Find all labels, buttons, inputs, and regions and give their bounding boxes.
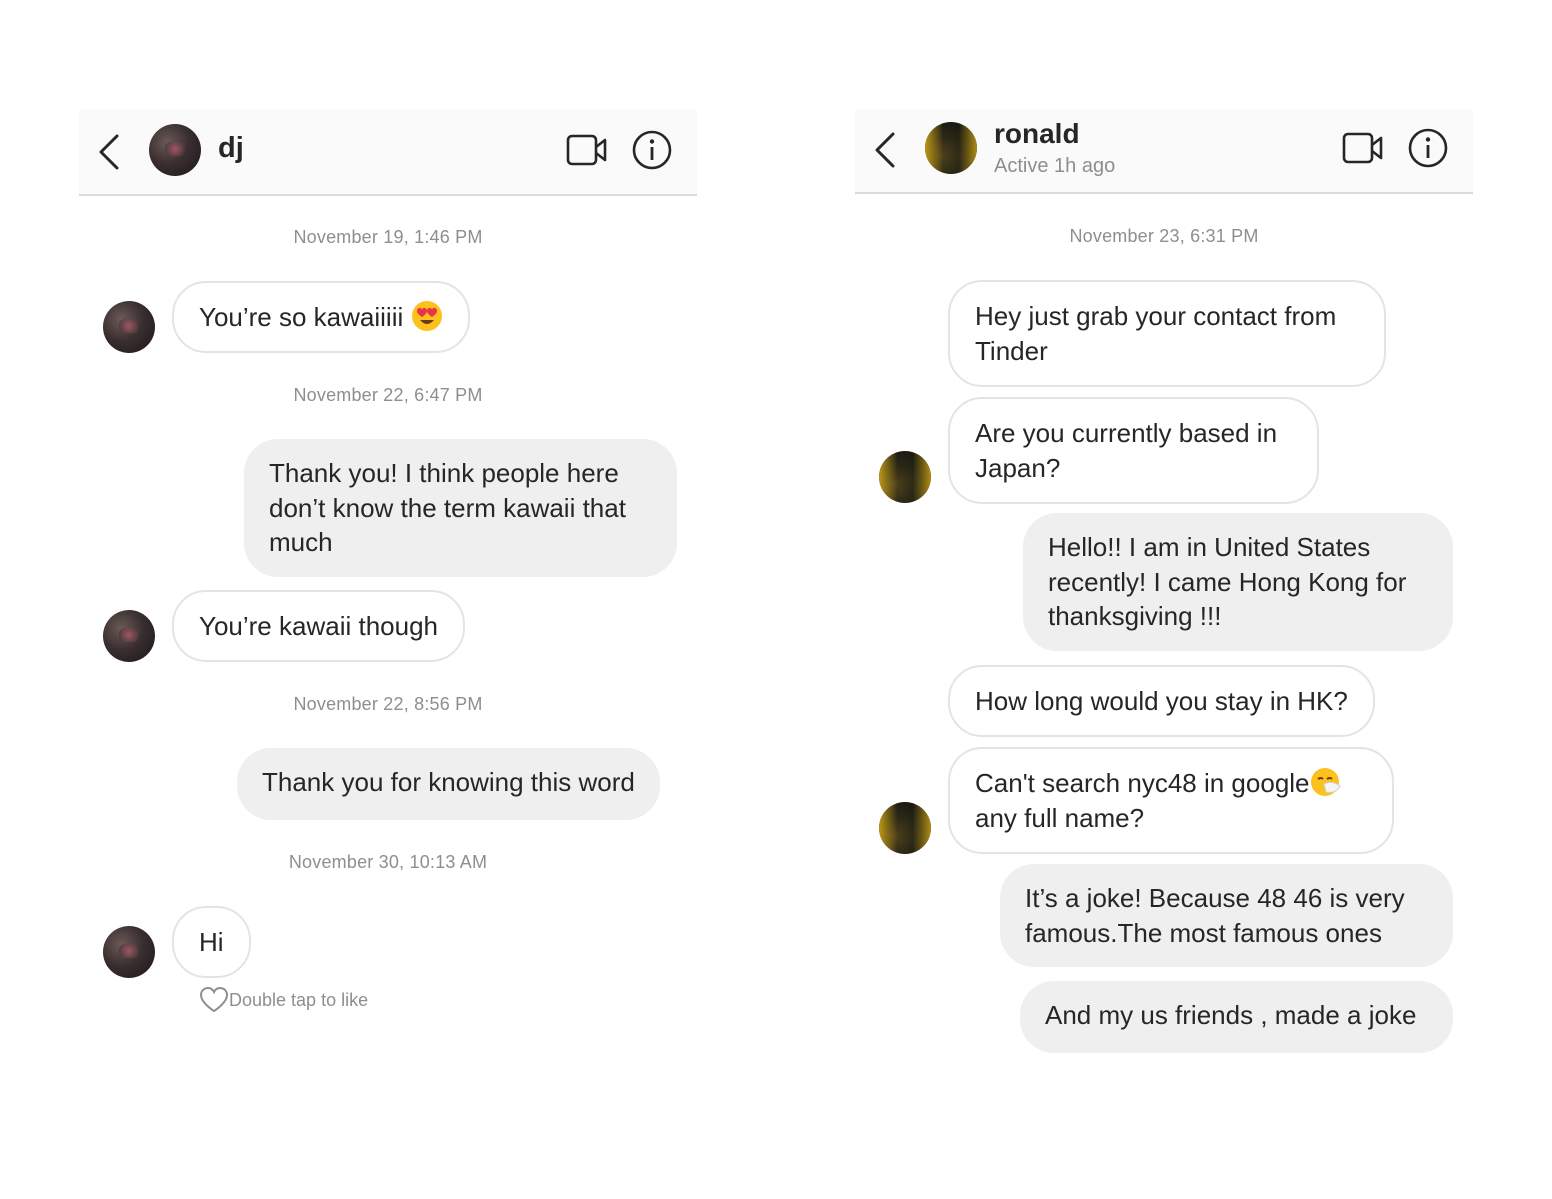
contact-name[interactable]: dj: [218, 132, 244, 165]
message-bubble-incoming[interactable]: You’re kawaii though: [172, 590, 465, 662]
message-text-line2: any full name?: [975, 802, 1145, 833]
timestamp: November 22, 6:47 PM: [293, 385, 483, 405]
message-text: You’re kawaii though: [199, 611, 438, 641]
message-bubble-outgoing[interactable]: Thank you! I think people here don’t kno…: [244, 439, 677, 577]
message-text: And my us friends , made a joke: [1045, 1000, 1417, 1030]
message-bubble-incoming[interactable]: How long would you stay in HK?: [948, 665, 1375, 737]
chat-header: dj: [79, 110, 697, 196]
avatar[interactable]: [879, 451, 931, 503]
like-hint-text: Double tap to like: [229, 990, 369, 1010]
chat-panel-dj: dj November 19, 1:46 PM You’re so kawaii…: [79, 110, 697, 1110]
message-text: Can't search nyc48 in google: [975, 768, 1310, 798]
timestamp: November 19, 1:46 PM: [293, 227, 483, 247]
message-text: Thank you! I think people here don’t kno…: [269, 458, 626, 557]
avatar[interactable]: [103, 926, 155, 978]
video-call-icon[interactable]: [566, 133, 608, 167]
message-bubble-outgoing[interactable]: Hello!! I am in United States recently! …: [1023, 513, 1453, 651]
message-text: Hello!! I am in United States recently! …: [1048, 532, 1407, 631]
message-bubble-incoming[interactable]: You’re so kawaiiiii: [172, 281, 470, 353]
message-text: It’s a joke! Because 48 46 is very famou…: [1025, 883, 1405, 948]
sneezing-face-emoji-icon: [1310, 768, 1341, 796]
message-bubble-outgoing[interactable]: Thank you for knowing this word: [237, 748, 660, 820]
message-text: Hi: [199, 927, 224, 957]
avatar[interactable]: [149, 124, 201, 176]
video-call-icon[interactable]: [1342, 131, 1384, 165]
timestamp: November 23, 6:31 PM: [1069, 226, 1259, 246]
info-icon[interactable]: [631, 129, 673, 171]
message-bubble-incoming[interactable]: Can't search nyc48 in google any full na…: [948, 747, 1394, 854]
back-chevron-icon[interactable]: [873, 132, 897, 168]
message-bubble-incoming[interactable]: Hi: [172, 906, 251, 978]
message-text: Hey just grab your contact from Tinder: [975, 301, 1337, 366]
contact-name[interactable]: ronald: [994, 118, 1080, 150]
back-chevron-icon[interactable]: [97, 134, 121, 170]
info-icon[interactable]: [1407, 127, 1449, 169]
active-status: Active 1h ago: [994, 155, 1116, 177]
message-text: You’re so kawaiiiii: [199, 302, 404, 332]
message-text: Thank you for knowing this word: [262, 767, 635, 797]
message-bubble-outgoing[interactable]: It’s a joke! Because 48 46 is very famou…: [1000, 864, 1453, 967]
timestamp: November 22, 8:56 PM: [293, 694, 483, 714]
double-tap-like-hint[interactable]: Double tap to like: [199, 986, 368, 1014]
heart-outline-icon[interactable]: [199, 986, 229, 1014]
avatar[interactable]: [103, 301, 155, 353]
message-text: How long would you stay in HK?: [975, 686, 1348, 716]
message-text: Are you currently based in Japan?: [975, 418, 1278, 483]
message-bubble-outgoing[interactable]: And my us friends , made a joke: [1020, 981, 1453, 1053]
message-bubble-incoming[interactable]: Hey just grab your contact from Tinder: [948, 280, 1386, 387]
avatar[interactable]: [103, 610, 155, 662]
avatar[interactable]: [925, 122, 977, 174]
message-bubble-incoming[interactable]: Are you currently based in Japan?: [948, 397, 1319, 504]
heart-eyes-emoji-icon: [411, 301, 442, 331]
chat-header: ronald Active 1h ago: [855, 110, 1473, 194]
timestamp: November 30, 10:13 AM: [288, 852, 488, 872]
avatar[interactable]: [879, 802, 931, 854]
chat-panel-ronald: ronald Active 1h ago November 23, 6:31 P…: [855, 110, 1473, 1110]
